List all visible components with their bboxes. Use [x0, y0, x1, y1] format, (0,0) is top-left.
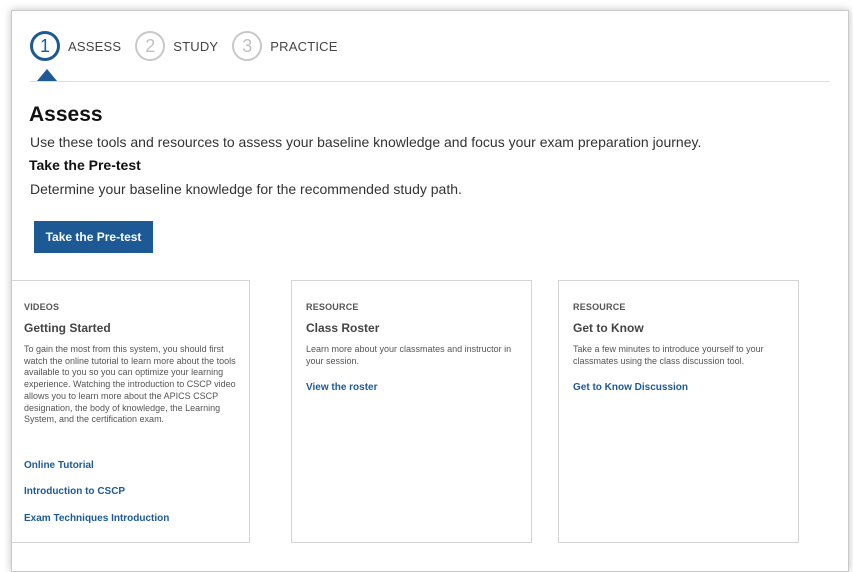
- get-to-know-discussion-link[interactable]: Get to Know Discussion: [573, 382, 688, 393]
- page-intro: Use these tools and resources to assess …: [30, 134, 702, 150]
- step-label-assess: ASSESS: [68, 38, 122, 54]
- stepper-divider: [30, 81, 830, 82]
- card-eyebrow: RESOURCE: [573, 302, 626, 312]
- card-get-to-know: RESOURCE Get to Know Take a few minutes …: [558, 280, 799, 543]
- card-title: Getting Started: [24, 321, 111, 335]
- step-assess[interactable]: 1 ASSESS: [30, 31, 121, 61]
- card-eyebrow: RESOURCE: [306, 302, 359, 312]
- page-title: Assess: [29, 103, 103, 126]
- card-description: Learn more about your classmates and ins…: [306, 344, 512, 366]
- progress-stepper: 1 ASSESS 2 STUDY 3 PRACTICE: [30, 31, 352, 61]
- pretest-heading: Take the Pre-test: [29, 157, 141, 173]
- online-tutorial-link[interactable]: Online Tutorial: [24, 460, 94, 471]
- card-description: Take a few minutes to introduce yourself…: [573, 344, 764, 366]
- step-study[interactable]: 2 STUDY: [135, 31, 218, 61]
- exam-techniques-introduction-link[interactable]: Exam Techniques Introduction: [24, 513, 169, 524]
- card-getting-started: VIDEOS Getting Started To gain the most …: [12, 280, 250, 543]
- app-frame: 1 ASSESS 2 STUDY 3 PRACTICE Assess Use t…: [11, 10, 849, 572]
- take-pretest-button[interactable]: Take the Pre-test: [34, 221, 153, 253]
- active-step-pointer-icon: [37, 69, 57, 81]
- card-title: Class Roster: [306, 321, 380, 335]
- step-number-2: 2: [135, 31, 166, 61]
- introduction-to-cscp-link[interactable]: Introduction to CSCP: [24, 486, 125, 497]
- step-label-practice: PRACTICE: [270, 38, 338, 54]
- card-title: Get to Know: [573, 321, 644, 335]
- step-label-study: STUDY: [173, 38, 219, 54]
- card-class-roster: RESOURCE Class Roster Learn more about y…: [291, 280, 532, 543]
- card-description: To gain the most from this system, you s…: [24, 344, 236, 425]
- pretest-description: Determine your baseline knowledge for th…: [30, 181, 462, 197]
- card-eyebrow: VIDEOS: [24, 302, 60, 312]
- step-practice[interactable]: 3 PRACTICE: [232, 31, 337, 61]
- step-number-1: 1: [30, 31, 60, 61]
- step-number-3: 3: [232, 31, 263, 61]
- view-roster-link[interactable]: View the roster: [306, 382, 378, 393]
